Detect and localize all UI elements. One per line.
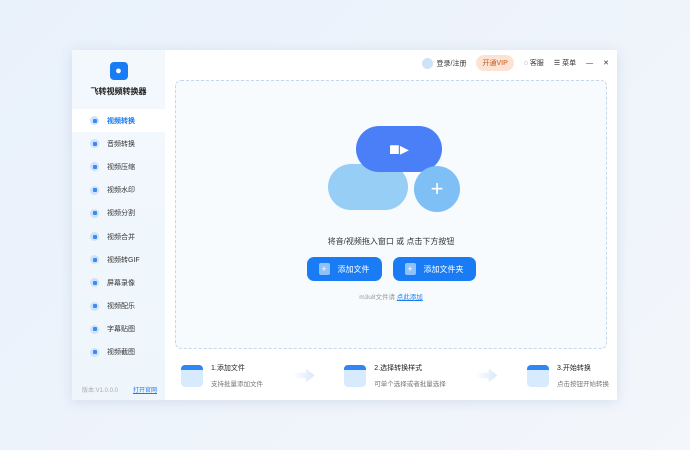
scissors-icon xyxy=(90,347,99,357)
sidebar-item-label: 屏幕录像 xyxy=(107,279,135,287)
sidebar-item-watermark[interactable]: 视频水印 xyxy=(72,179,165,202)
app-window: ● 飞转视频转换器 视频转换 音频转换 视频压缩 视频水印 视频分割 视频合并 … xyxy=(72,50,617,400)
sidebar-nav: 视频转换 音频转换 视频压缩 视频水印 视频分割 视频合并 视频转GIF 屏幕录… xyxy=(72,109,165,364)
folder-plus-icon: + xyxy=(404,263,416,275)
app-logo-icon: ● xyxy=(109,62,128,80)
step-title: 2.选择转换样式 xyxy=(374,365,423,372)
step-3: 3.开始转换点击按钮开始转换 xyxy=(527,363,609,388)
plus-circle-icon: + xyxy=(414,166,460,212)
m3u8-text: m3u8文件请 xyxy=(359,294,395,301)
sidebar-item-label: 视频水印 xyxy=(107,187,135,195)
step-title: 1.添加文件 xyxy=(211,365,245,372)
add-folder-label: 添加文件夹 xyxy=(423,264,464,274)
sidebar-item-video-compress[interactable]: 视频压缩 xyxy=(72,155,165,178)
sidebar-item-label: 视频合并 xyxy=(107,233,135,241)
menu-icon: ☰ xyxy=(553,60,563,67)
sidebar-footer: 版本:V1.0.0.0 打开官网 xyxy=(82,385,157,394)
sidebar-item-video-convert[interactable]: 视频转换 xyxy=(72,109,165,133)
step-desc: 点击按钮开始转换 xyxy=(557,381,609,388)
image-icon xyxy=(90,324,99,334)
sidebar-item-audio-convert[interactable]: 音频转换 xyxy=(72,132,165,155)
sidebar-item-label: 视频压缩 xyxy=(107,163,135,171)
menu-label: 菜单 xyxy=(562,60,577,67)
convert-step-icon xyxy=(527,364,549,387)
title-bar: 登录/注册 开通VIP ◌ 客服 ☰ 菜单 — ✕ xyxy=(165,50,617,76)
add-file-button[interactable]: + 添加文件 xyxy=(306,257,382,281)
music-icon xyxy=(90,301,99,311)
arrow-right-icon xyxy=(292,368,315,383)
drop-zone[interactable]: ■▸ + 将音/视频拖入窗口 或 点击下方按钮 + 添加文件 + 添加文件夹 m3u… xyxy=(175,80,607,349)
close-button[interactable]: ✕ xyxy=(603,59,609,67)
select-style-step-icon xyxy=(344,364,367,387)
sidebar-item-label: 视频配乐 xyxy=(107,303,135,311)
vip-button[interactable]: 开通VIP xyxy=(476,55,514,71)
main-area: 登录/注册 开通VIP ◌ 客服 ☰ 菜单 — ✕ ■▸ + 将音/视频拖入窗口… xyxy=(165,50,617,400)
menu-button[interactable]: ☰ 菜单 xyxy=(554,58,576,68)
upload-illustration: ■▸ + xyxy=(316,126,466,221)
sidebar-item-music[interactable]: 视频配乐 xyxy=(72,295,165,318)
sidebar-item-split[interactable]: 视频分割 xyxy=(72,202,165,225)
sidebar-item-screenshot[interactable]: 视频截图 xyxy=(72,341,165,364)
record-icon xyxy=(90,278,99,288)
sidebar-item-label: 字幕贴图 xyxy=(107,326,135,334)
sidebar-item-label: 视频分割 xyxy=(107,210,135,218)
step-title: 3.开始转换 xyxy=(557,365,591,372)
add-folder-button[interactable]: + 添加文件夹 xyxy=(392,257,476,281)
sidebar-item-label: 视频截图 xyxy=(107,349,135,357)
website-link[interactable]: 打开官网 xyxy=(133,385,157,394)
compress-icon xyxy=(90,162,99,172)
service-label: 客服 xyxy=(529,60,544,67)
sidebar: ● 飞转视频转换器 视频转换 音频转换 视频压缩 视频水印 视频分割 视频合并 … xyxy=(72,50,165,400)
login-label: 登录/注册 xyxy=(436,59,467,67)
m3u8-add-link[interactable]: 点此添加 xyxy=(397,294,423,301)
step-desc: 可单个选择或者批量选择 xyxy=(374,381,446,388)
split-icon xyxy=(90,208,99,218)
drop-hint: 将音/视频拖入窗口 或 点击下方按钮 xyxy=(327,237,455,246)
sidebar-item-screen-record[interactable]: 屏幕录像 xyxy=(72,271,165,294)
sidebar-item-label: 视频转换 xyxy=(107,117,135,125)
audio-icon xyxy=(90,139,99,149)
step-desc: 支持批量添加文件 xyxy=(211,381,263,388)
watermark-icon xyxy=(90,185,99,195)
sidebar-item-label: 音频转换 xyxy=(107,140,135,148)
add-file-label: 添加文件 xyxy=(337,264,370,274)
step-1: 1.添加文件支持批量添加文件 xyxy=(181,363,263,388)
app-name: 飞转视频转换器 xyxy=(90,87,147,96)
video-icon xyxy=(90,116,99,126)
avatar xyxy=(421,57,433,69)
sidebar-item-merge[interactable]: 视频合并 xyxy=(72,225,165,248)
sidebar-item-gif[interactable]: 视频转GIF xyxy=(72,248,165,271)
version-label: 版本:V1.0.0.0 xyxy=(82,388,119,394)
sidebar-item-subtitle[interactable]: 字幕贴图 xyxy=(72,318,165,341)
gif-icon xyxy=(90,255,99,265)
sidebar-item-label: 视频转GIF xyxy=(107,256,140,264)
m3u8-hint: m3u8文件请 点此添加 xyxy=(176,291,606,301)
step-2: 2.选择转换样式可单个选择或者批量选择 xyxy=(344,363,446,388)
file-plus-icon: + xyxy=(318,263,330,275)
merge-icon xyxy=(90,232,99,242)
login-button[interactable]: 登录/注册 xyxy=(421,57,467,69)
service-button[interactable]: ◌ 客服 xyxy=(524,58,544,68)
video-camera-icon: ■▸ xyxy=(356,126,442,172)
steps-bar: 1.添加文件支持批量添加文件 2.选择转换样式可单个选择或者批量选择 3.开始转… xyxy=(181,363,609,388)
arrow-right-icon xyxy=(475,368,498,383)
minimize-button[interactable]: — xyxy=(586,60,593,67)
add-file-step-icon xyxy=(181,364,203,387)
